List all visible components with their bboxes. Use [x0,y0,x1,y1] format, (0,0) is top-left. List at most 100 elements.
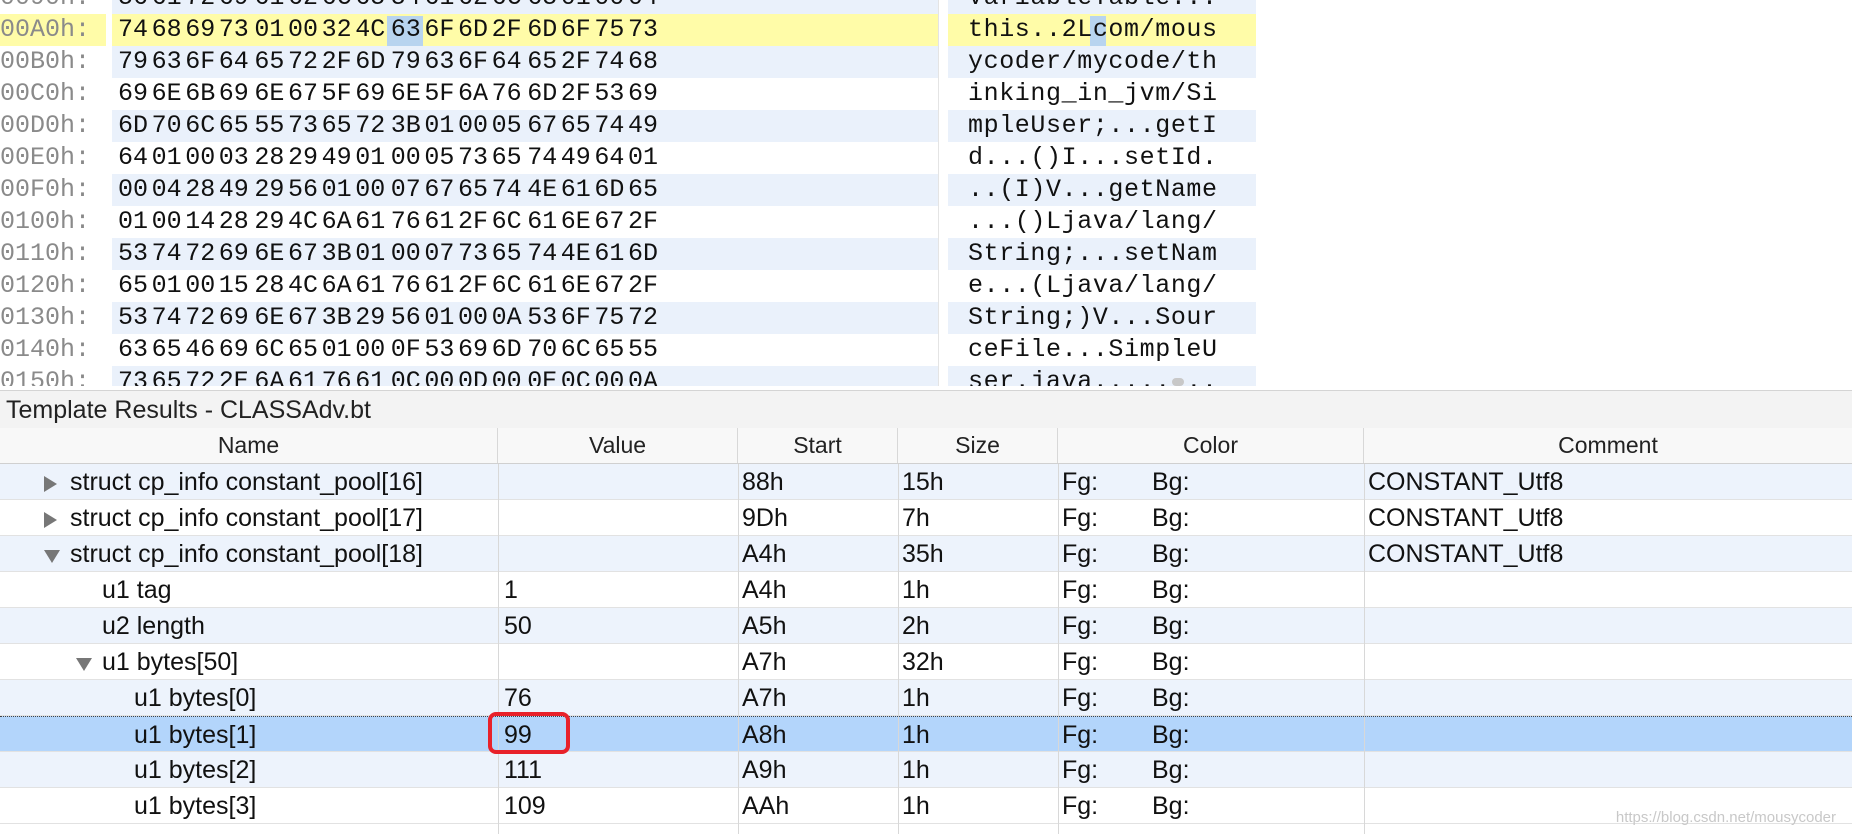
hex-byte[interactable]: 65 [628,174,658,206]
hex-byte[interactable]: 00 [424,366,454,386]
hex-byte[interactable]: 6D [527,14,557,46]
hex-byte[interactable]: 62 [288,0,318,14]
hex-byte[interactable]: 4C [288,270,318,302]
hex-byte[interactable]: 0C [391,366,421,386]
hex-byte[interactable]: 01 [355,238,385,270]
hex-byte[interactable]: 61 [355,206,385,238]
hex-byte[interactable]: 0A [628,366,658,386]
hex-byte[interactable]: 61 [594,238,624,270]
hex-byte[interactable]: 65 [594,334,624,366]
hex-byte[interactable]: 00 [355,174,385,206]
expand-triangle-right-icon[interactable] [44,476,57,492]
hex-byte[interactable]: 01 [152,142,182,174]
hex-ascii-text[interactable]: e...(Ljava/lang/ [968,270,1218,302]
hex-byte[interactable]: 0D [458,366,488,386]
hex-byte[interactable]: 01 [355,142,385,174]
expand-triangle-down-icon[interactable] [76,658,92,671]
hex-byte[interactable]: 3B [322,302,352,334]
hex-byte[interactable]: 0F [391,334,421,366]
hex-byte[interactable]: 65 [527,46,557,78]
hex-byte[interactable]: 49 [219,174,249,206]
hex-byte[interactable]: 2E [219,366,249,386]
hex-byte[interactable]: 67 [288,302,318,334]
hex-byte[interactable]: 2F [628,206,658,238]
hex-byte[interactable]: 72 [628,302,658,334]
hex-byte[interactable]: 4C [288,206,318,238]
hex-byte[interactable]: 6A [322,206,352,238]
hex-byte[interactable]: 65 [561,110,591,142]
table-row[interactable]: u2 length 50 A5h 2h Fg: Bg: [0,608,1852,644]
hex-byte[interactable]: 32 [322,14,352,46]
hex-byte[interactable]: 61 [424,0,454,14]
hex-byte[interactable]: 00 [458,302,488,334]
hex-byte[interactable]: 76 [391,270,421,302]
expand-triangle-down-icon[interactable] [44,550,60,563]
hex-row[interactable]: 0120h: 65 01 00 15 28 4C 6A 61 76 61 2F 6C 61 6E 67 2F e.… [0,270,1260,302]
hex-byte[interactable]: 28 [254,270,284,302]
hex-row[interactable]: 00E0h: 64 01 00 03 28 29 49 01 00 05 73 65 74 49 64 01 d.… [0,142,1260,174]
hex-byte[interactable]: 46 [185,334,215,366]
hex-ascii-text[interactable]: inking_in_jvm/Si [968,78,1218,110]
hex-byte[interactable]: 76 [391,206,421,238]
hex-byte[interactable]: 61 [288,366,318,386]
hex-byte[interactable]: 79 [118,46,148,78]
hex-byte[interactable]: 61 [355,270,385,302]
hex-byte[interactable]: 6F [185,46,215,78]
hex-byte[interactable]: 15 [219,270,249,302]
hex-byte[interactable]: 6C [492,0,522,14]
hex-ascii-text[interactable]: VariableTable... [968,0,1218,14]
hex-byte[interactable]: 61 [527,206,557,238]
hex-byte[interactable]: 6F [458,46,488,78]
hex-byte[interactable]: 6D [527,78,557,110]
hex-byte[interactable]: 6F [561,302,591,334]
hex-byte[interactable]: 6C [492,206,522,238]
hex-byte[interactable]: 01 [118,206,148,238]
hex-byte[interactable]: 53 [424,334,454,366]
hex-byte[interactable]: 29 [288,142,318,174]
hex-byte[interactable]: 61 [254,0,284,14]
hex-byte[interactable]: 64 [219,46,249,78]
hex-byte[interactable]: 67 [288,78,318,110]
hex-byte[interactable]: 6E [254,302,284,334]
hex-byte[interactable]: 29 [254,206,284,238]
hex-byte[interactable]: 6C [185,110,215,142]
hex-byte[interactable]: 73 [219,14,249,46]
hex-byte[interactable]: 63 [152,46,182,78]
hex-byte[interactable]: 68 [628,46,658,78]
hex-byte[interactable]: 73 [458,142,488,174]
hex-byte[interactable]: 69 [219,302,249,334]
hex-byte[interactable]: 04 [152,174,182,206]
hex-byte[interactable]: 72 [355,110,385,142]
hex-byte[interactable]: 73 [628,14,658,46]
hex-byte[interactable]: 00 [391,238,421,270]
hex-byte[interactable]: 53 [118,238,148,270]
hex-byte[interactable]: 07 [424,238,454,270]
hex-byte[interactable]: 14 [185,206,215,238]
hex-byte[interactable]: 4E [561,238,591,270]
hex-byte[interactable]: 6E [391,78,421,110]
hex-byte[interactable]: 69 [219,0,249,14]
hex-byte[interactable]: 65 [288,334,318,366]
hex-byte[interactable]: 01 [152,270,182,302]
hex-byte[interactable]: 55 [254,110,284,142]
hex-ascii-text[interactable]: ceFile...SimpleU [968,334,1218,366]
column-header-value[interactable]: Value [498,428,738,463]
hex-byte[interactable]: 01 [424,302,454,334]
hex-byte[interactable]: 72 [288,46,318,78]
hex-byte[interactable]: 75 [594,14,624,46]
hex-byte[interactable]: 72 [185,302,215,334]
hex-byte[interactable]: 49 [628,110,658,142]
hex-ascii-text[interactable]: ycoder/mycode/th [968,46,1218,78]
hex-byte[interactable]: 74 [152,238,182,270]
hex-byte[interactable]: 01 [322,334,352,366]
hex-ascii-text[interactable]: mpleUser;...getI [968,110,1218,142]
hex-byte[interactable]: 53 [594,78,624,110]
hex-byte[interactable]: 6D [118,110,148,142]
hex-byte[interactable]: 01 [424,110,454,142]
hex-byte[interactable]: 69 [219,334,249,366]
hex-byte[interactable]: 64 [492,46,522,78]
column-header-start[interactable]: Start [738,428,898,463]
hex-byte[interactable]: 6E [561,270,591,302]
hex-byte[interactable]: 6A [322,270,352,302]
hex-byte[interactable]: 6C [322,0,352,14]
